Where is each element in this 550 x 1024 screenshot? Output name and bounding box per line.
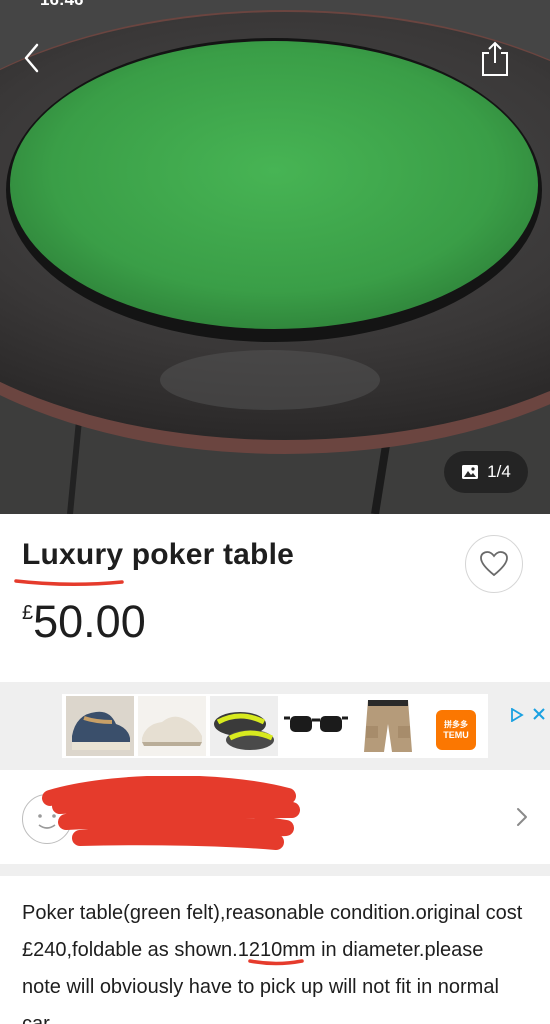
ad-card[interactable] [62, 694, 545, 758]
cargo-shorts-image [354, 696, 422, 756]
ad-product-sneaker[interactable] [66, 696, 134, 756]
favorite-button[interactable] [465, 535, 523, 593]
share-icon [482, 41, 508, 76]
listing-title: Luxury poker table [22, 538, 295, 571]
listing-photo[interactable]: 16:46 1/4 [0, 0, 550, 514]
temu-logo[interactable]: 拼多多 TEMU [436, 710, 476, 750]
photo-counter-badge[interactable]: 1/4 [444, 451, 528, 493]
temu-logo-text: TEMU [443, 730, 469, 740]
back-button[interactable] [14, 38, 50, 78]
close-icon[interactable] [532, 707, 546, 721]
ad-choices-icon[interactable] [510, 708, 524, 722]
ad-product-cargo-shorts[interactable] [354, 696, 422, 756]
advertisement-banner[interactable]: 拼多多 TEMU [0, 682, 550, 770]
status-time: 16:46 [40, 0, 83, 10]
chevron-left-icon [24, 43, 39, 73]
listing-header: Luxury poker table £50.00 [0, 514, 550, 682]
sunglasses-image [282, 696, 350, 756]
chevron-right-icon[interactable] [514, 806, 530, 828]
red-underline-annotation [14, 579, 124, 587]
sneaker-image [66, 696, 134, 756]
listing-price: £50.00 [22, 596, 146, 648]
price-currency: £ [22, 602, 34, 624]
red-scribble-redaction [42, 776, 300, 850]
ad-product-slipper[interactable] [210, 696, 278, 756]
price-amount: 50.00 [33, 596, 146, 647]
seller-info-row[interactable]: Mem... [0, 770, 550, 864]
photo-counter-text: 1/4 [487, 462, 511, 481]
ad-product-casual-shoe[interactable] [138, 696, 206, 756]
casual-shoe-image [138, 696, 206, 756]
heart-icon [480, 551, 508, 577]
share-button[interactable] [476, 38, 514, 80]
slipper-image [210, 696, 278, 756]
ad-product-sunglasses[interactable] [282, 696, 350, 756]
image-icon [462, 465, 479, 479]
section-divider [0, 864, 550, 876]
temu-logo-cn: 拼多多 [444, 720, 468, 729]
listing-description: Poker table(green felt),reasonable condi… [22, 902, 523, 1024]
poker-table-photo [0, 0, 550, 514]
